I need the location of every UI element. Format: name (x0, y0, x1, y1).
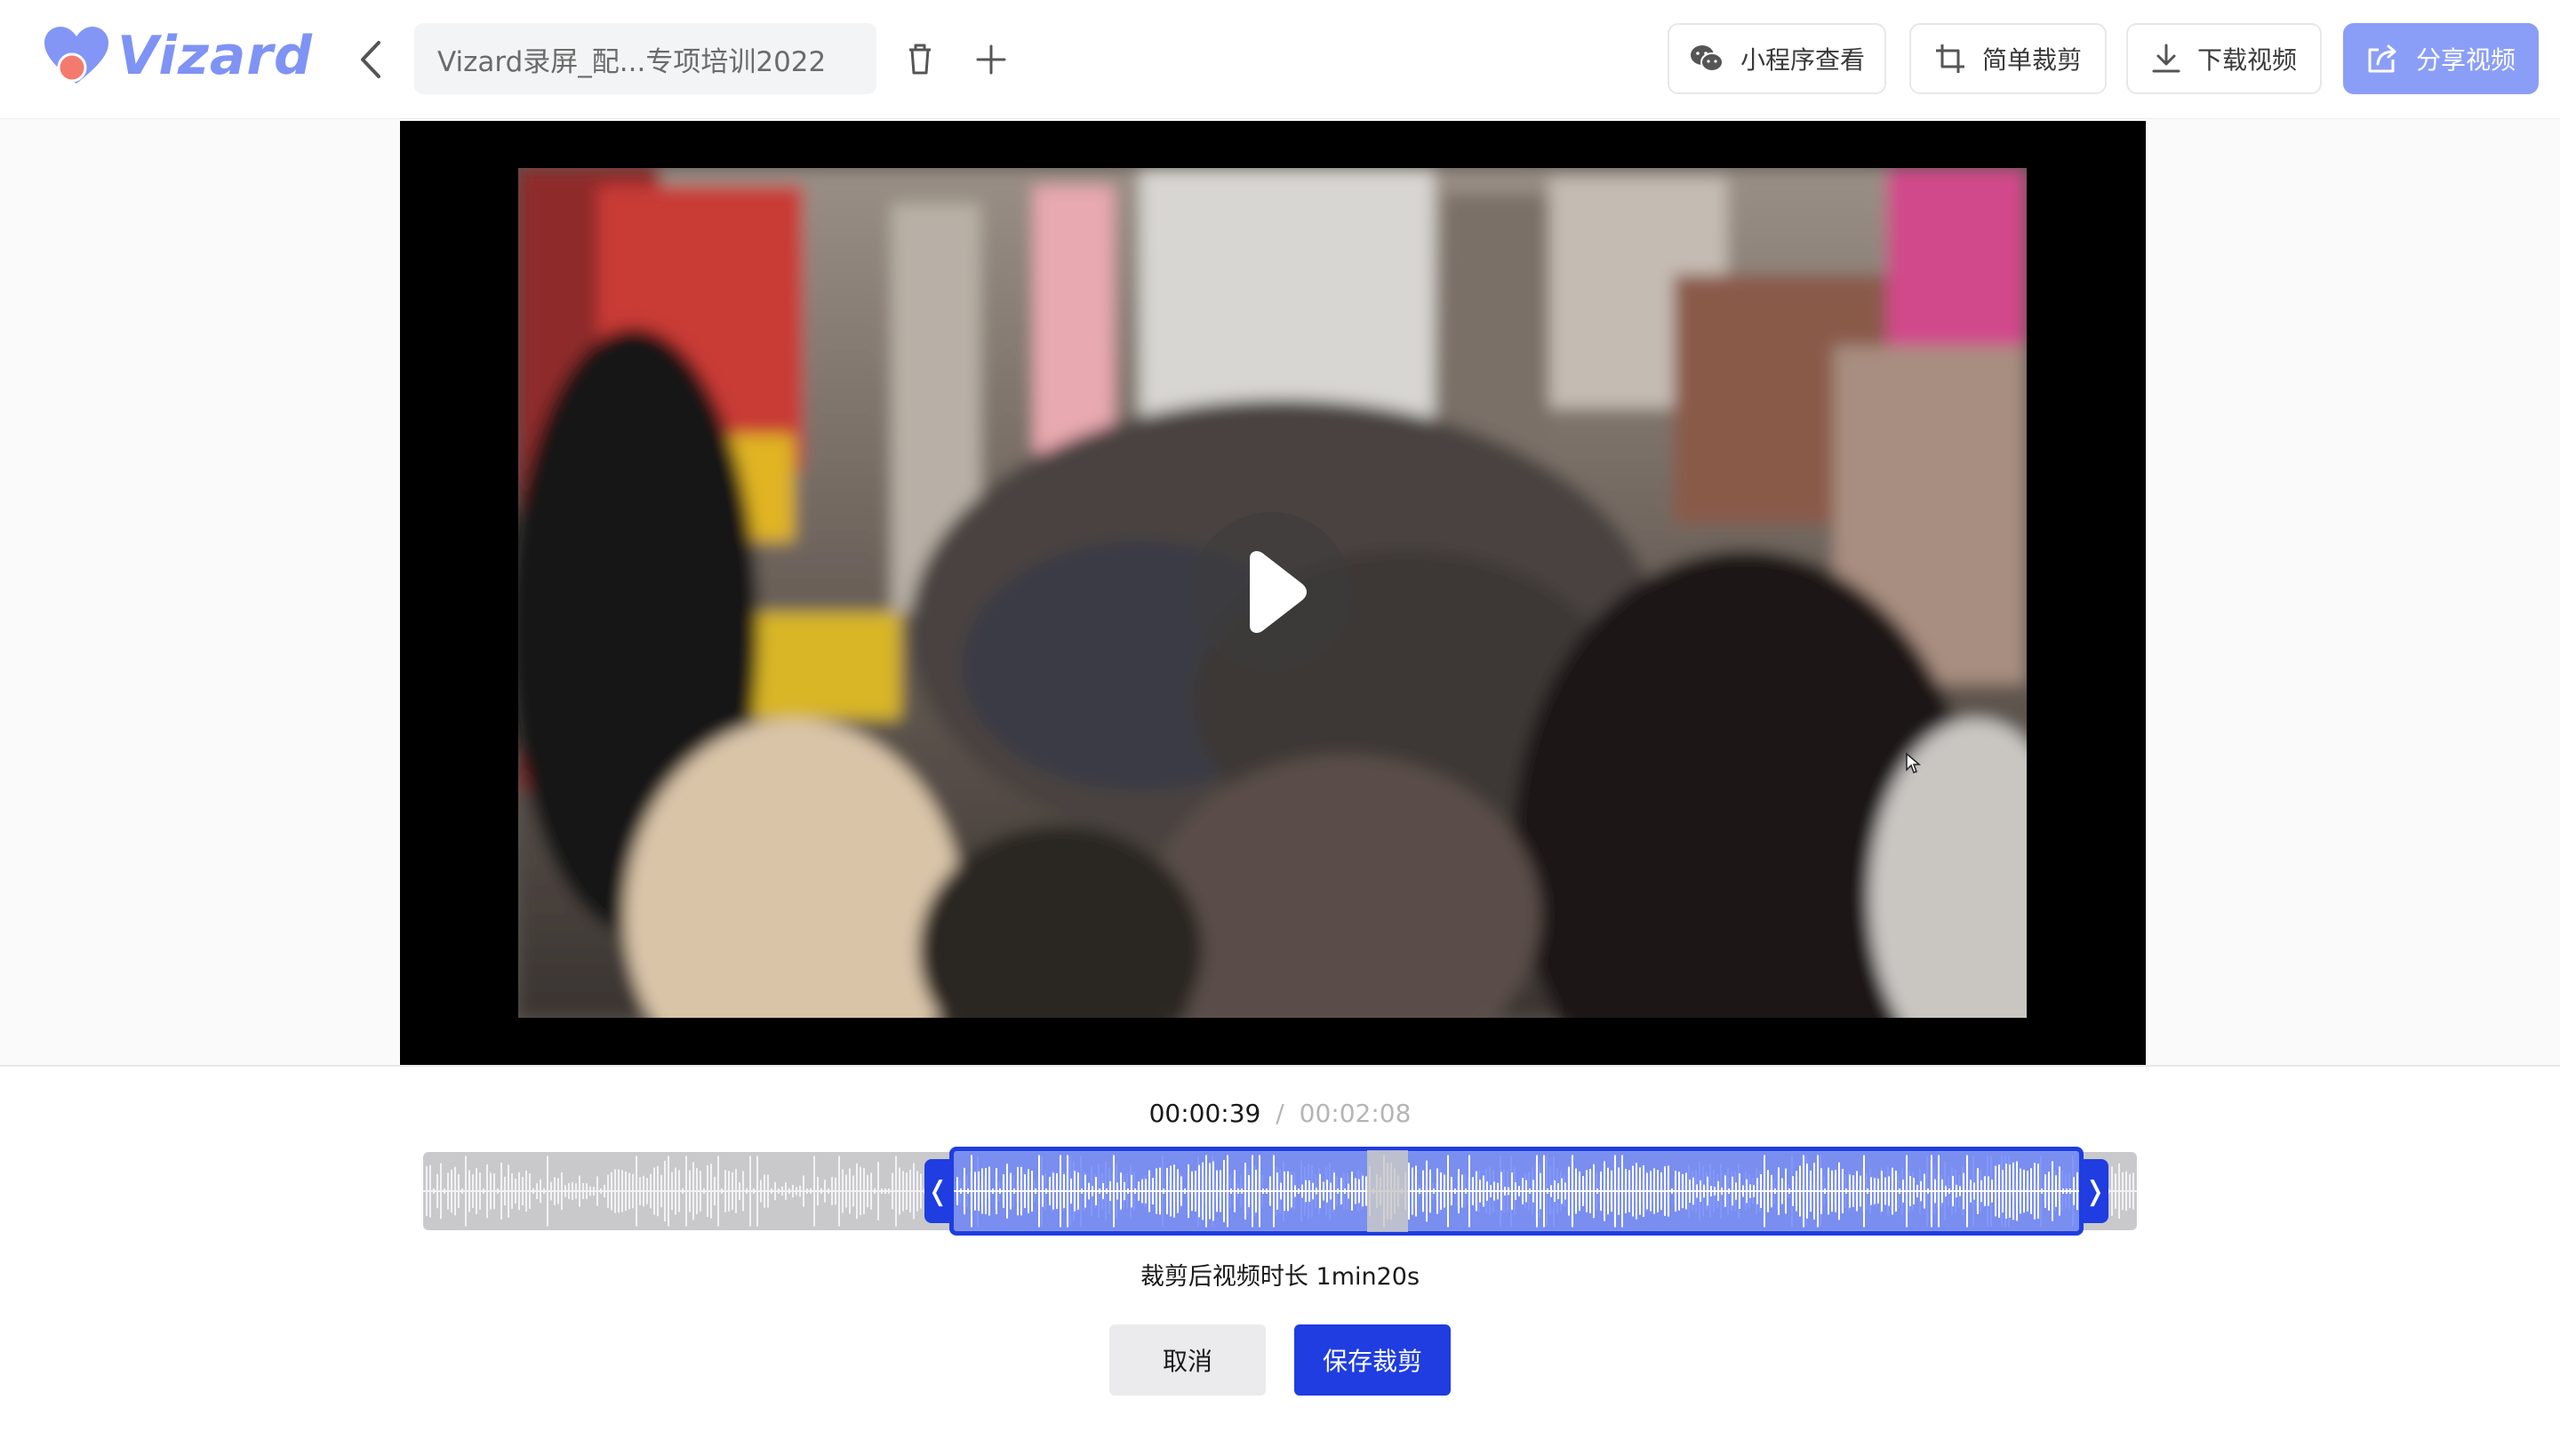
time-separator: / (1276, 1099, 1284, 1128)
trimmed-duration: 裁剪后视频时长 1min20s (1140, 1263, 1420, 1291)
crop-icon (1935, 44, 1964, 73)
trim-selection[interactable] (949, 1147, 2084, 1236)
top-toolbar: Vizard Vizard录屏_配...专项培训2022 小程序查看 简单裁剪 (0, 0, 2560, 119)
chevron-left-icon (361, 41, 380, 78)
app-logo[interactable]: Vizard (43, 25, 313, 87)
project-title: Vizard录屏_配...专项培训2022 (437, 45, 827, 78)
delete-button[interactable] (896, 36, 944, 84)
download-video-button[interactable]: 下载视频 (2126, 23, 2322, 94)
trim-panel: 00:00:39 / 00:02:08 ❬ ❭ 裁剪后视频时长 1min20s … (0, 1065, 2560, 1456)
trash-icon (909, 44, 931, 75)
time-display: 00:00:39 / 00:02:08 (0, 1099, 2560, 1128)
share-video-label: 分享视频 (2415, 45, 2516, 75)
trim-handle-left[interactable]: ❬ (924, 1159, 951, 1223)
simple-trim-button[interactable]: 简单裁剪 (1909, 23, 2107, 94)
share-video-button[interactable]: 分享视频 (2343, 23, 2539, 94)
cancel-button[interactable]: 取消 (1109, 1324, 1266, 1396)
miniprogram-view-button[interactable]: 小程序查看 (1668, 23, 1886, 94)
mouse-cursor-icon (1906, 752, 1921, 773)
share-icon (2368, 44, 2396, 73)
playhead-marker[interactable] (1367, 1150, 1408, 1232)
project-title-field[interactable]: Vizard录屏_配...专项培训2022 (414, 23, 876, 94)
download-icon (2152, 44, 2180, 73)
save-trim-button[interactable]: 保存裁剪 (1294, 1324, 1451, 1396)
total-time: 00:02:08 (1299, 1099, 1412, 1128)
miniprogram-view-label: 小程序查看 (1740, 45, 1865, 75)
waveform-selected (954, 1155, 2079, 1228)
wechat-icon (1690, 45, 1724, 72)
current-time: 00:00:39 (1148, 1099, 1261, 1128)
heart-logo-icon (44, 27, 108, 84)
trim-handle-right[interactable]: ❭ (2082, 1159, 2108, 1223)
back-button[interactable] (354, 37, 389, 82)
app-name: Vizard (117, 25, 313, 87)
plus-icon (976, 44, 1006, 75)
download-video-label: 下载视频 (2196, 45, 2297, 75)
play-button[interactable] (1191, 512, 1351, 672)
add-button[interactable] (967, 36, 1015, 84)
play-icon (1250, 551, 1307, 633)
simple-trim-label: 简单裁剪 (1981, 45, 2082, 75)
